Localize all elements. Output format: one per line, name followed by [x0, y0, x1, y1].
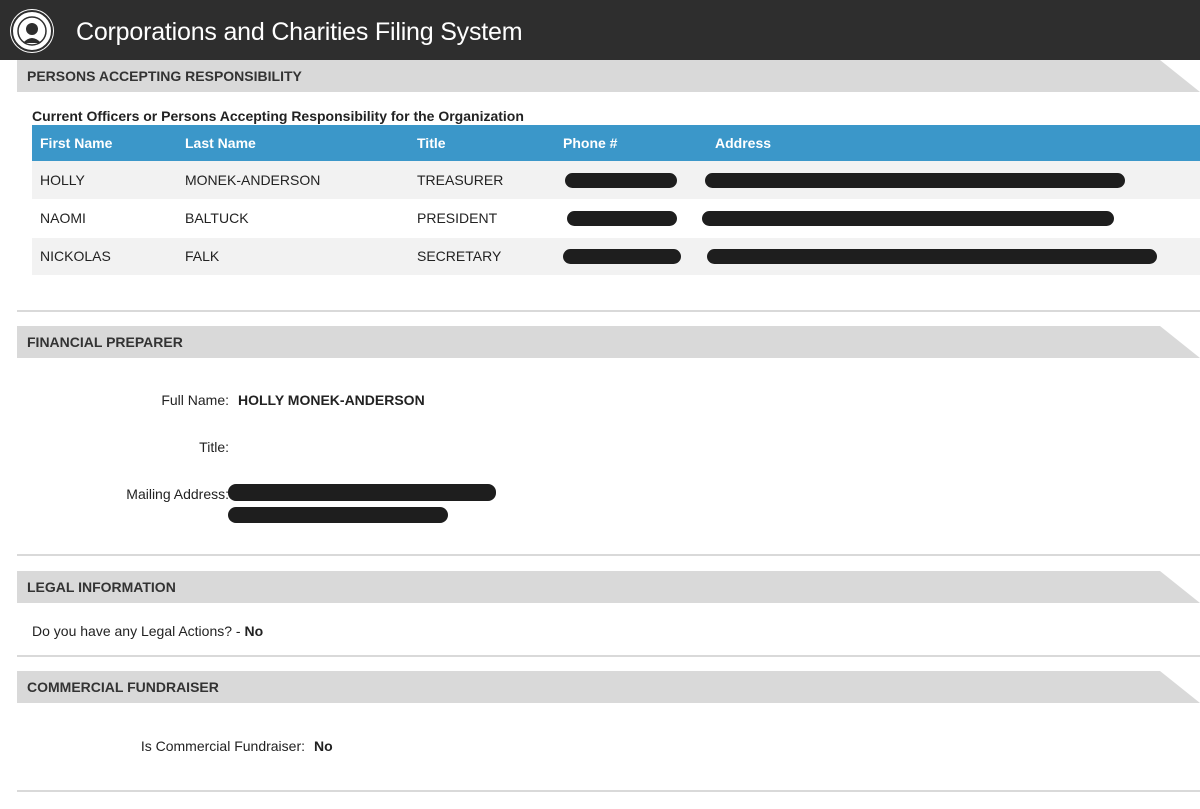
legal-actions-row: Do you have any Legal Actions? - No: [32, 623, 263, 639]
column-header: Phone #: [555, 125, 707, 161]
first-name-cell: NAOMI: [32, 199, 177, 238]
panel-header: FINANCIAL PREPARER: [17, 326, 1200, 358]
phone-cell: [555, 199, 707, 238]
first-name-cell: NICKOLAS: [32, 237, 177, 276]
column-header: Title: [409, 125, 555, 161]
responsibility-panel: PERSONS ACCEPTING RESPONSIBILITY Current…: [17, 60, 1200, 312]
title-label: Title:: [199, 439, 229, 455]
section-title: PERSONS ACCEPTING RESPONSIBILITY: [27, 68, 302, 84]
table-row: NICKOLAS FALK SECRETARY: [32, 237, 1200, 276]
full-name-label: Full Name:: [161, 392, 229, 408]
state-seal-icon: [10, 9, 54, 53]
legal-actions-question: Do you have any Legal Actions? -: [32, 623, 241, 639]
redaction-mark: [702, 211, 1114, 227]
panel-header: PERSONS ACCEPTING RESPONSIBILITY: [17, 60, 1200, 92]
column-header: First Name: [32, 125, 177, 161]
redaction-mark: [228, 484, 496, 501]
app-header: Corporations and Charities Filing System: [0, 0, 1200, 60]
commercial-fundraiser-value: No: [314, 738, 333, 754]
officers-subtitle: Current Officers or Persons Accepting Re…: [32, 108, 524, 124]
legal-information-panel: LEGAL INFORMATION Do you have any Legal …: [17, 571, 1200, 657]
address-cell: [705, 161, 1200, 200]
redaction-mark: [228, 507, 448, 523]
section-title: FINANCIAL PREPARER: [27, 334, 183, 350]
address-cell: [707, 237, 1200, 276]
table-row: NAOMI BALTUCK PRESIDENT: [32, 199, 1200, 238]
table-row: HOLLY MONEK-ANDERSON TREASURER: [32, 161, 1200, 200]
title-cell: SECRETARY: [409, 237, 555, 276]
redaction-mark: [707, 249, 1157, 265]
mailing-address-label: Mailing Address:: [126, 486, 229, 502]
title-cell: PRESIDENT: [409, 199, 555, 238]
redaction-mark: [565, 173, 677, 189]
section-title: LEGAL INFORMATION: [27, 579, 176, 595]
column-header: Last Name: [177, 125, 409, 161]
panel-header: LEGAL INFORMATION: [17, 571, 1200, 603]
commercial-fundraiser-label: Is Commercial Fundraiser:: [140, 738, 305, 754]
commercial-fundraiser-panel: COMMERCIAL FUNDRAISER Is Commercial Fund…: [17, 671, 1200, 792]
address-cell: [702, 199, 1200, 238]
panel-header: COMMERCIAL FUNDRAISER: [17, 671, 1200, 703]
officers-table: First Name Last Name Title Phone # Addre…: [32, 125, 1200, 276]
redaction-mark: [567, 211, 677, 227]
phone-cell: [555, 237, 707, 276]
table-header-row: First Name Last Name Title Phone # Addre…: [32, 125, 1200, 161]
last-name-cell: MONEK-ANDERSON: [177, 161, 409, 200]
title-cell: TREASURER: [409, 161, 555, 200]
mailing-address-value: [228, 484, 496, 523]
app-title: Corporations and Charities Filing System: [76, 18, 523, 46]
legal-actions-answer: No: [244, 623, 264, 639]
full-name-value: HOLLY MONEK-ANDERSON: [238, 392, 425, 408]
column-header: Address: [707, 125, 1200, 161]
section-title: COMMERCIAL FUNDRAISER: [27, 679, 219, 695]
first-name-cell: HOLLY: [32, 161, 177, 200]
redaction-mark: [705, 173, 1125, 189]
last-name-cell: FALK: [177, 237, 409, 276]
last-name-cell: BALTUCK: [177, 199, 409, 238]
redaction-mark: [563, 249, 681, 265]
financial-preparer-panel: FINANCIAL PREPARER Full Name: HOLLY MONE…: [17, 326, 1200, 556]
phone-cell: [555, 161, 707, 200]
